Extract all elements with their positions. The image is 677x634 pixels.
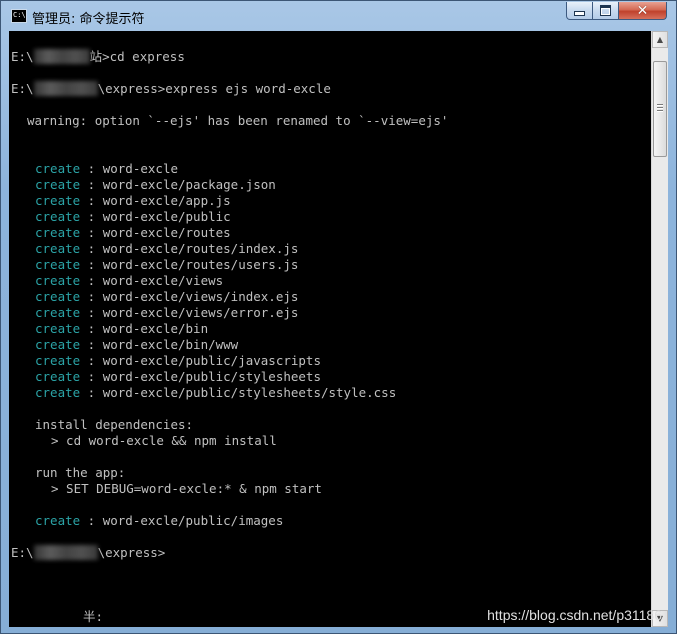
create-path: : word-excle bbox=[80, 161, 178, 176]
minimize-button[interactable] bbox=[566, 2, 593, 20]
create-keyword: create bbox=[35, 161, 81, 176]
scroll-up-button[interactable]: ▲ bbox=[652, 31, 668, 48]
create-keyword: create bbox=[35, 225, 81, 240]
vertical-scrollbar[interactable]: ▲ ▼ bbox=[651, 31, 668, 627]
create-line: create : word-excle/bin/www bbox=[35, 337, 238, 353]
create-keyword: create bbox=[35, 385, 81, 400]
create-keyword: create bbox=[35, 289, 81, 304]
create-path: : word-excle/views/index.ejs bbox=[80, 289, 299, 304]
create-path: : word-excle/public bbox=[80, 209, 231, 224]
create-path: : word-excle/bin bbox=[80, 321, 209, 336]
create-keyword: create bbox=[35, 369, 81, 384]
create-line: create : word-excle/views/error.ejs bbox=[35, 305, 298, 321]
prompt-line-current: E:\ \express> bbox=[11, 545, 165, 561]
warning-line: warning: option `--ejs' has been renamed… bbox=[27, 113, 449, 128]
cmd-app-icon[interactable] bbox=[11, 9, 27, 23]
close-button[interactable]: ✕ bbox=[619, 2, 667, 20]
create-line-images: create : word-excle/public/images bbox=[35, 513, 283, 529]
scrollbar-thumb[interactable] bbox=[653, 61, 667, 157]
prompt-text: \express> bbox=[97, 545, 166, 560]
command-line-express: E:\ \express>express ejs word-excle bbox=[11, 81, 331, 97]
create-path: : word-excle/routes/index.js bbox=[80, 241, 299, 256]
create-keyword: create bbox=[35, 273, 81, 288]
ime-status: 半: bbox=[83, 609, 104, 624]
create-line: create : word-excle/public/stylesheets/s… bbox=[35, 385, 396, 401]
create-path: : word-excle/views/error.ejs bbox=[80, 305, 299, 320]
create-line: create : word-excle/routes/index.js bbox=[35, 241, 298, 257]
maximize-icon bbox=[600, 5, 611, 16]
create-line: create : word-excle/routes/users.js bbox=[35, 257, 298, 273]
console-window: 管理员: 命令提示符 ✕ E:\ 站>cd express E:\ \express… bbox=[0, 0, 677, 634]
create-path: : word-excle/public/images bbox=[80, 513, 284, 528]
create-keyword: create bbox=[35, 193, 81, 208]
create-line: create : word-excle/package.json bbox=[35, 177, 276, 193]
create-keyword: create bbox=[35, 337, 81, 352]
create-line: create : word-excle/public bbox=[35, 209, 231, 225]
create-path: : word-excle/public/javascripts bbox=[80, 353, 321, 368]
create-path: : word-excle/routes/users.js bbox=[80, 257, 299, 272]
create-path: : word-excle/package.json bbox=[80, 177, 276, 192]
create-keyword: create bbox=[35, 353, 81, 368]
create-line: create : word-excle/public/stylesheets bbox=[35, 369, 321, 385]
command-line-cd: E:\ 站>cd express bbox=[11, 49, 185, 65]
grip-line bbox=[657, 104, 663, 105]
run-command: > SET DEBUG=word-excle:* & npm start bbox=[51, 481, 322, 496]
maximize-button[interactable] bbox=[593, 2, 619, 20]
create-line: create : word-excle bbox=[35, 161, 178, 177]
grip-line bbox=[657, 107, 663, 108]
console-output[interactable]: E:\ 站>cd express E:\ \express>express ejs … bbox=[9, 31, 651, 627]
install-command: > cd word-excle && npm install bbox=[51, 433, 277, 448]
grip-line bbox=[657, 110, 663, 111]
create-keyword: create bbox=[35, 305, 81, 320]
create-path: : word-excle/views bbox=[80, 273, 224, 288]
create-line: create : word-excle/public/javascripts bbox=[35, 353, 321, 369]
install-heading: install dependencies: bbox=[35, 417, 194, 432]
command-text: 站>cd express bbox=[89, 49, 185, 64]
create-path: : word-excle/public/stylesheets bbox=[80, 369, 321, 384]
create-keyword: create bbox=[35, 257, 81, 272]
create-keyword: create bbox=[35, 513, 81, 528]
create-path: : word-excle/public/stylesheets/style.cs… bbox=[80, 385, 397, 400]
create-line: create : word-excle/views/index.ejs bbox=[35, 289, 298, 305]
arrow-up-icon: ▲ bbox=[656, 35, 664, 44]
create-path: : word-excle/app.js bbox=[80, 193, 231, 208]
create-path: : word-excle/bin/www bbox=[80, 337, 239, 352]
redacted-path bbox=[33, 49, 90, 64]
watermark-text: https://blog.csdn.net/p31186 bbox=[487, 607, 662, 623]
minimize-icon bbox=[574, 11, 585, 16]
close-icon: ✕ bbox=[636, 2, 649, 19]
create-keyword: create bbox=[35, 241, 81, 256]
redacted-path bbox=[33, 81, 98, 96]
create-keyword: create bbox=[35, 209, 81, 224]
create-line: create : word-excle/app.js bbox=[35, 193, 231, 209]
prompt-drive: E:\ bbox=[11, 81, 34, 96]
title-bar[interactable]: 管理员: 命令提示符 ✕ bbox=[1, 1, 676, 31]
create-keyword: create bbox=[35, 321, 81, 336]
prompt-drive: E:\ bbox=[11, 49, 34, 64]
create-keyword: create bbox=[35, 177, 81, 192]
create-path: : word-excle/routes bbox=[80, 225, 231, 240]
prompt-drive: E:\ bbox=[11, 545, 34, 560]
create-line: create : word-excle/routes bbox=[35, 225, 231, 241]
run-heading: run the app: bbox=[35, 465, 126, 480]
window-title: 管理员: 命令提示符 bbox=[32, 12, 145, 27]
redacted-path bbox=[33, 545, 98, 560]
create-line: create : word-excle/bin bbox=[35, 321, 208, 337]
create-line: create : word-excle/views bbox=[35, 273, 223, 289]
command-text: \express>express ejs word-excle bbox=[97, 81, 331, 96]
